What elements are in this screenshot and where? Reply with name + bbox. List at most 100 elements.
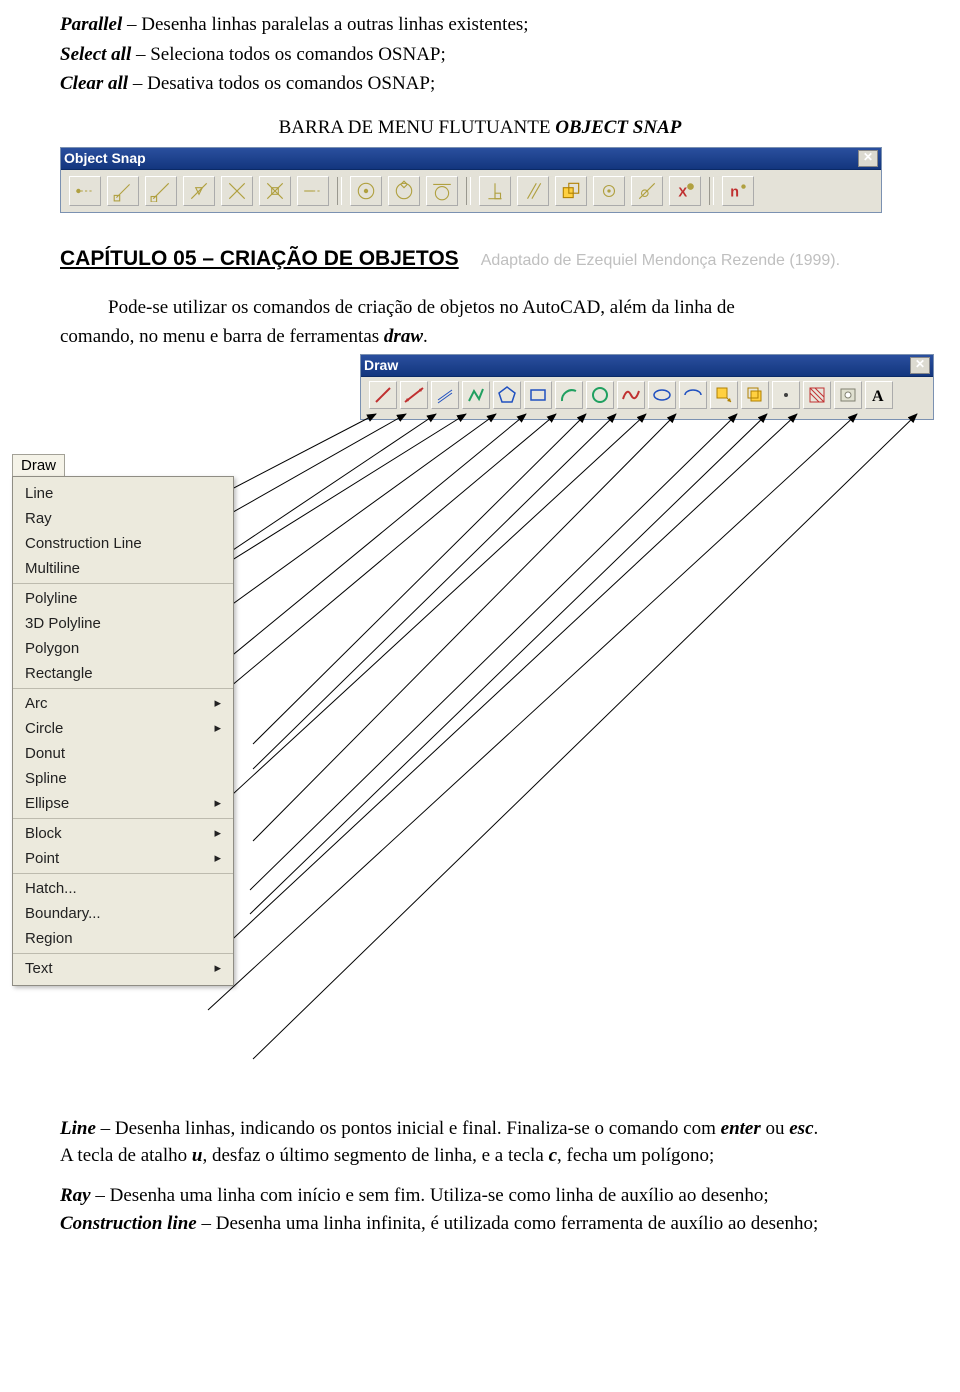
menu-item-label: Rectangle <box>25 665 93 682</box>
desc-line-1: – Desenha linhas, indicando os pontos in… <box>96 1118 721 1139</box>
menu-item-label: Region <box>25 930 73 947</box>
menu-item-polyline[interactable]: Polyline <box>13 586 233 611</box>
apparent-int-icon[interactable] <box>259 176 291 206</box>
menu-item-label: Ellipse <box>25 795 69 812</box>
spline-icon[interactable] <box>617 381 645 409</box>
nearest-icon[interactable] <box>631 176 663 206</box>
chapter-lead2-post: . <box>423 326 428 347</box>
menu-item-label: Polyline <box>25 590 78 607</box>
chapter-lead2-pre: comando, no menu e barra de ferramentas <box>60 326 384 347</box>
menu-separator <box>13 688 233 689</box>
text-icon[interactable]: A <box>865 381 893 409</box>
temp-track-icon[interactable] <box>69 176 101 206</box>
submenu-arrow-icon: ▸ <box>214 695 221 711</box>
kbd-esc: esc <box>789 1118 813 1139</box>
block-insert-icon[interactable] <box>710 381 738 409</box>
center-line-term: OBJECT SNAP <box>555 117 681 138</box>
none-icon[interactable]: X <box>669 176 701 206</box>
circle-icon[interactable] <box>586 381 614 409</box>
term-selectall: Select all <box>60 44 131 65</box>
kbd-enter: enter <box>721 1118 761 1139</box>
menu-item-line[interactable]: Line <box>13 481 233 506</box>
ellipse-icon[interactable] <box>648 381 676 409</box>
menu-item-polygon[interactable]: Polygon <box>13 636 233 661</box>
block-make-icon[interactable] <box>741 381 769 409</box>
intersection-icon[interactable] <box>221 176 253 206</box>
polygon-icon[interactable] <box>493 381 521 409</box>
menu-item-rectangle[interactable]: Rectangle <box>13 661 233 686</box>
endpoint-icon[interactable] <box>145 176 177 206</box>
close-icon[interactable]: ✕ <box>858 150 878 167</box>
chapter-lead2-term: draw <box>384 326 423 347</box>
menu-item-label: Text <box>25 960 53 977</box>
center-icon[interactable] <box>350 176 382 206</box>
draw-menu: Line Ray Construction Line Multiline Polylin… <box>12 476 234 986</box>
menu-item-hatch-[interactable]: Hatch... <box>13 876 233 901</box>
menu-separator <box>13 873 233 874</box>
draw-toolbar: Draw ✕ A <box>360 354 934 420</box>
menu-item-construction-line[interactable]: Construction Line <box>13 531 233 556</box>
rectangle-icon[interactable] <box>524 381 552 409</box>
menu-item-label: Hatch... <box>25 880 77 897</box>
extension-icon[interactable] <box>297 176 329 206</box>
line-icon[interactable] <box>369 381 397 409</box>
close-icon[interactable]: ✕ <box>910 357 930 374</box>
menu-item-point[interactable]: Point ▸ <box>13 846 233 871</box>
tangent-icon[interactable] <box>426 176 458 206</box>
menu-item-label: Construction Line <box>25 535 142 552</box>
parallel-icon[interactable] <box>517 176 549 206</box>
pline-icon[interactable] <box>462 381 490 409</box>
draw-menu-tab[interactable]: Draw <box>12 454 65 476</box>
menu-item-boundary-[interactable]: Boundary... <box>13 901 233 926</box>
menu-item-text[interactable]: Text▸ <box>13 956 233 981</box>
menu-item-label: Multiline <box>25 560 80 577</box>
svg-text:X: X <box>678 184 687 199</box>
separator <box>466 177 471 205</box>
node-icon[interactable] <box>593 176 625 206</box>
desc-line2-pre: A tecla de atalho <box>60 1145 192 1166</box>
menu-item-label: Block <box>25 825 62 842</box>
object-snap-toolbar: Object Snap ✕ Xn <box>60 147 882 213</box>
perpendicular-icon[interactable] <box>479 176 511 206</box>
arc-icon[interactable] <box>555 381 583 409</box>
menu-item-spline[interactable]: Spline <box>13 766 233 791</box>
menu-item-ray[interactable]: Ray <box>13 506 233 531</box>
draw-toolbar-title: Draw <box>364 357 398 373</box>
point-icon[interactable] <box>772 381 800 409</box>
insertion-icon[interactable] <box>555 176 587 206</box>
submenu-arrow-icon: ▸ <box>214 850 221 866</box>
menu-item-circle[interactable]: Circle▸ <box>13 716 233 741</box>
menu-item-3d-polyline[interactable]: 3D Polyline <box>13 611 233 636</box>
menu-item-label: Point <box>25 850 59 867</box>
menu-item-label: Line <box>25 485 53 502</box>
menu-separator <box>13 953 233 954</box>
separator <box>337 177 342 205</box>
osnap-toolbar-title: Object Snap <box>64 150 146 166</box>
midpoint-icon[interactable] <box>183 176 215 206</box>
xline-icon[interactable] <box>400 381 428 409</box>
menu-item-region[interactable]: Region <box>13 926 233 951</box>
region-icon[interactable] <box>834 381 862 409</box>
menu-item-label: Boundary... <box>25 905 101 922</box>
menu-item-donut[interactable]: Donut <box>13 741 233 766</box>
hatch-icon[interactable] <box>803 381 831 409</box>
desc-clearall: – Desativa todos os comandos OSNAP; <box>128 73 435 94</box>
menu-separator <box>13 583 233 584</box>
ellipse-arc-icon[interactable] <box>679 381 707 409</box>
menu-item-arc[interactable]: Arc ▸ <box>13 691 233 716</box>
quadrant-icon[interactable] <box>388 176 420 206</box>
svg-text:A: A <box>872 388 884 405</box>
menu-item-label: Ray <box>25 510 52 527</box>
snap-settings-icon[interactable]: n <box>722 176 754 206</box>
menu-item-multiline[interactable]: Multiline <box>13 556 233 581</box>
snap-from-icon[interactable] <box>107 176 139 206</box>
menu-item-label: Arc <box>25 695 48 712</box>
submenu-arrow-icon: ▸ <box>214 795 221 811</box>
center-line-pre: BARRA DE MENU FLUTUANTE <box>279 117 556 138</box>
svg-text:n: n <box>730 184 739 200</box>
chapter-credit: Adaptado de Ezequiel Mendonça Rezende (1… <box>481 252 840 270</box>
menu-item-block[interactable]: Block▸ <box>13 821 233 846</box>
menu-item-ellipse[interactable]: Ellipse ▸ <box>13 791 233 816</box>
mline-icon[interactable] <box>431 381 459 409</box>
term-parallel: Parallel <box>60 14 122 35</box>
